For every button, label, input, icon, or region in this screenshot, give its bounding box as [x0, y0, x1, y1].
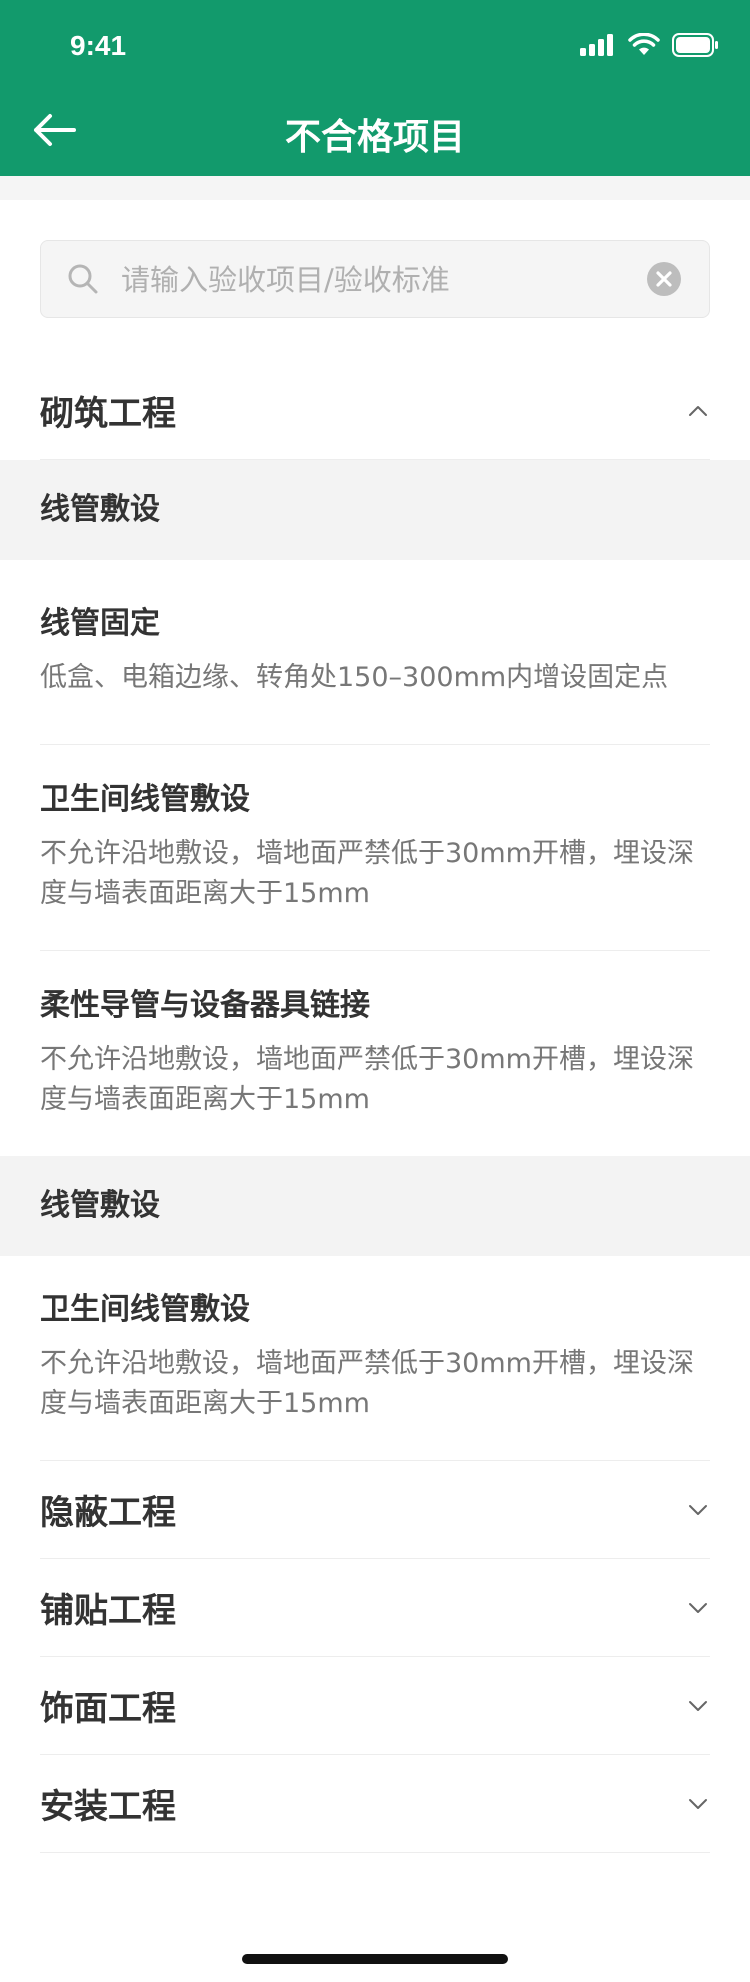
section-title: 铺贴工程 [40, 1591, 176, 1631]
group-title: 线管敷设 [40, 1188, 160, 1223]
section-masonry[interactable]: 砌筑工程 [40, 362, 710, 460]
list-item[interactable]: 卫生间线管敷设 不允许沿地敷设，墙地面严禁低于30mm开槽，埋设深度与墙表面距离… [40, 1290, 710, 1424]
chevron-up-icon [689, 405, 707, 416]
section-title: 砌筑工程 [40, 394, 176, 434]
item-title: 线管固定 [40, 606, 160, 641]
group-header: 线管敷设 [0, 460, 750, 560]
group-header: 线管敷设 [0, 1156, 750, 1256]
section-title: 隐蔽工程 [40, 1493, 176, 1533]
chevron-down-icon [689, 1602, 707, 1613]
app-header: 9:41 不合格项目 [0, 0, 750, 176]
chevron-down-icon [689, 1504, 707, 1515]
list-item[interactable]: 线管固定 低盒、电箱边缘、转角处150–300mm内增设固定点 [40, 604, 710, 698]
battery-icon [672, 33, 718, 57]
status-icons [580, 32, 720, 58]
chevron-down-icon [689, 1700, 707, 1711]
divider [40, 744, 710, 745]
header-spacer [0, 176, 750, 200]
divider [40, 950, 710, 951]
wifi-icon [628, 33, 660, 55]
item-title: 卫生间线管敷设 [40, 782, 250, 817]
status-time: 9:41 [70, 30, 127, 61]
signal-icon [580, 34, 613, 56]
search-bar [40, 240, 710, 319]
clear-icon[interactable] [647, 262, 681, 296]
chevron-down-icon [689, 1798, 707, 1809]
section-installation[interactable]: 安装工程 [40, 1755, 710, 1853]
search-icon [68, 264, 98, 294]
section-tiling[interactable]: 铺贴工程 [40, 1559, 710, 1657]
item-desc: 不允许沿地敷设，墙地面严禁低于30mm开槽，埋设深度与墙表面距离大于15mm [40, 1044, 694, 1115]
item-title: 卫生间线管敷设 [40, 1292, 250, 1327]
item-desc: 不允许沿地敷设，墙地面严禁低于30mm开槽，埋设深度与墙表面距离大于15mm [40, 838, 694, 909]
home-indicator[interactable] [242, 1954, 508, 1964]
item-desc: 低盒、电箱边缘、转角处150–300mm内增设固定点 [40, 662, 669, 693]
item-desc: 不允许沿地敷设，墙地面严禁低于30mm开槽，埋设深度与墙表面距离大于15mm [40, 1348, 694, 1419]
list-item[interactable]: 柔性导管与设备器具链接 不允许沿地敷设，墙地面严禁低于30mm开槽，埋设深度与墙… [40, 986, 710, 1120]
page-title: 不合格项目 [284, 117, 465, 158]
section-finishing[interactable]: 饰面工程 [40, 1657, 710, 1755]
section-title: 安装工程 [40, 1787, 176, 1827]
section-title: 饰面工程 [40, 1689, 176, 1729]
group-title: 线管敷设 [40, 492, 160, 527]
item-title: 柔性导管与设备器具链接 [40, 988, 370, 1023]
search-input[interactable] [119, 241, 637, 319]
list-item[interactable]: 卫生间线管敷设 不允许沿地敷设，墙地面严禁低于30mm开槽，埋设深度与墙表面距离… [40, 780, 710, 914]
section-concealed[interactable]: 隐蔽工程 [40, 1461, 710, 1559]
